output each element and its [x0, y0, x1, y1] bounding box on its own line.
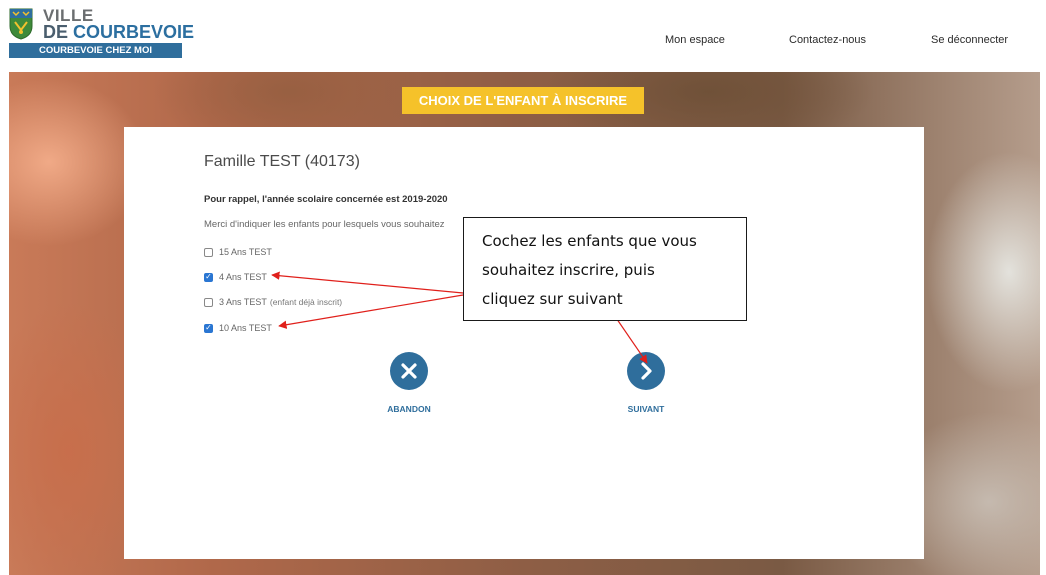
callout-line: cliquez sur suivant: [482, 290, 623, 308]
arrow-to-4-ans: [271, 271, 464, 294]
arrow-to-10-ans: [278, 294, 464, 329]
callout-line: souhaitez inscrire, puis: [482, 261, 655, 279]
annotation-callout: Cochez les enfants que vous souhaitez in…: [463, 217, 747, 321]
callout-line: Cochez les enfants que vous: [482, 232, 697, 250]
